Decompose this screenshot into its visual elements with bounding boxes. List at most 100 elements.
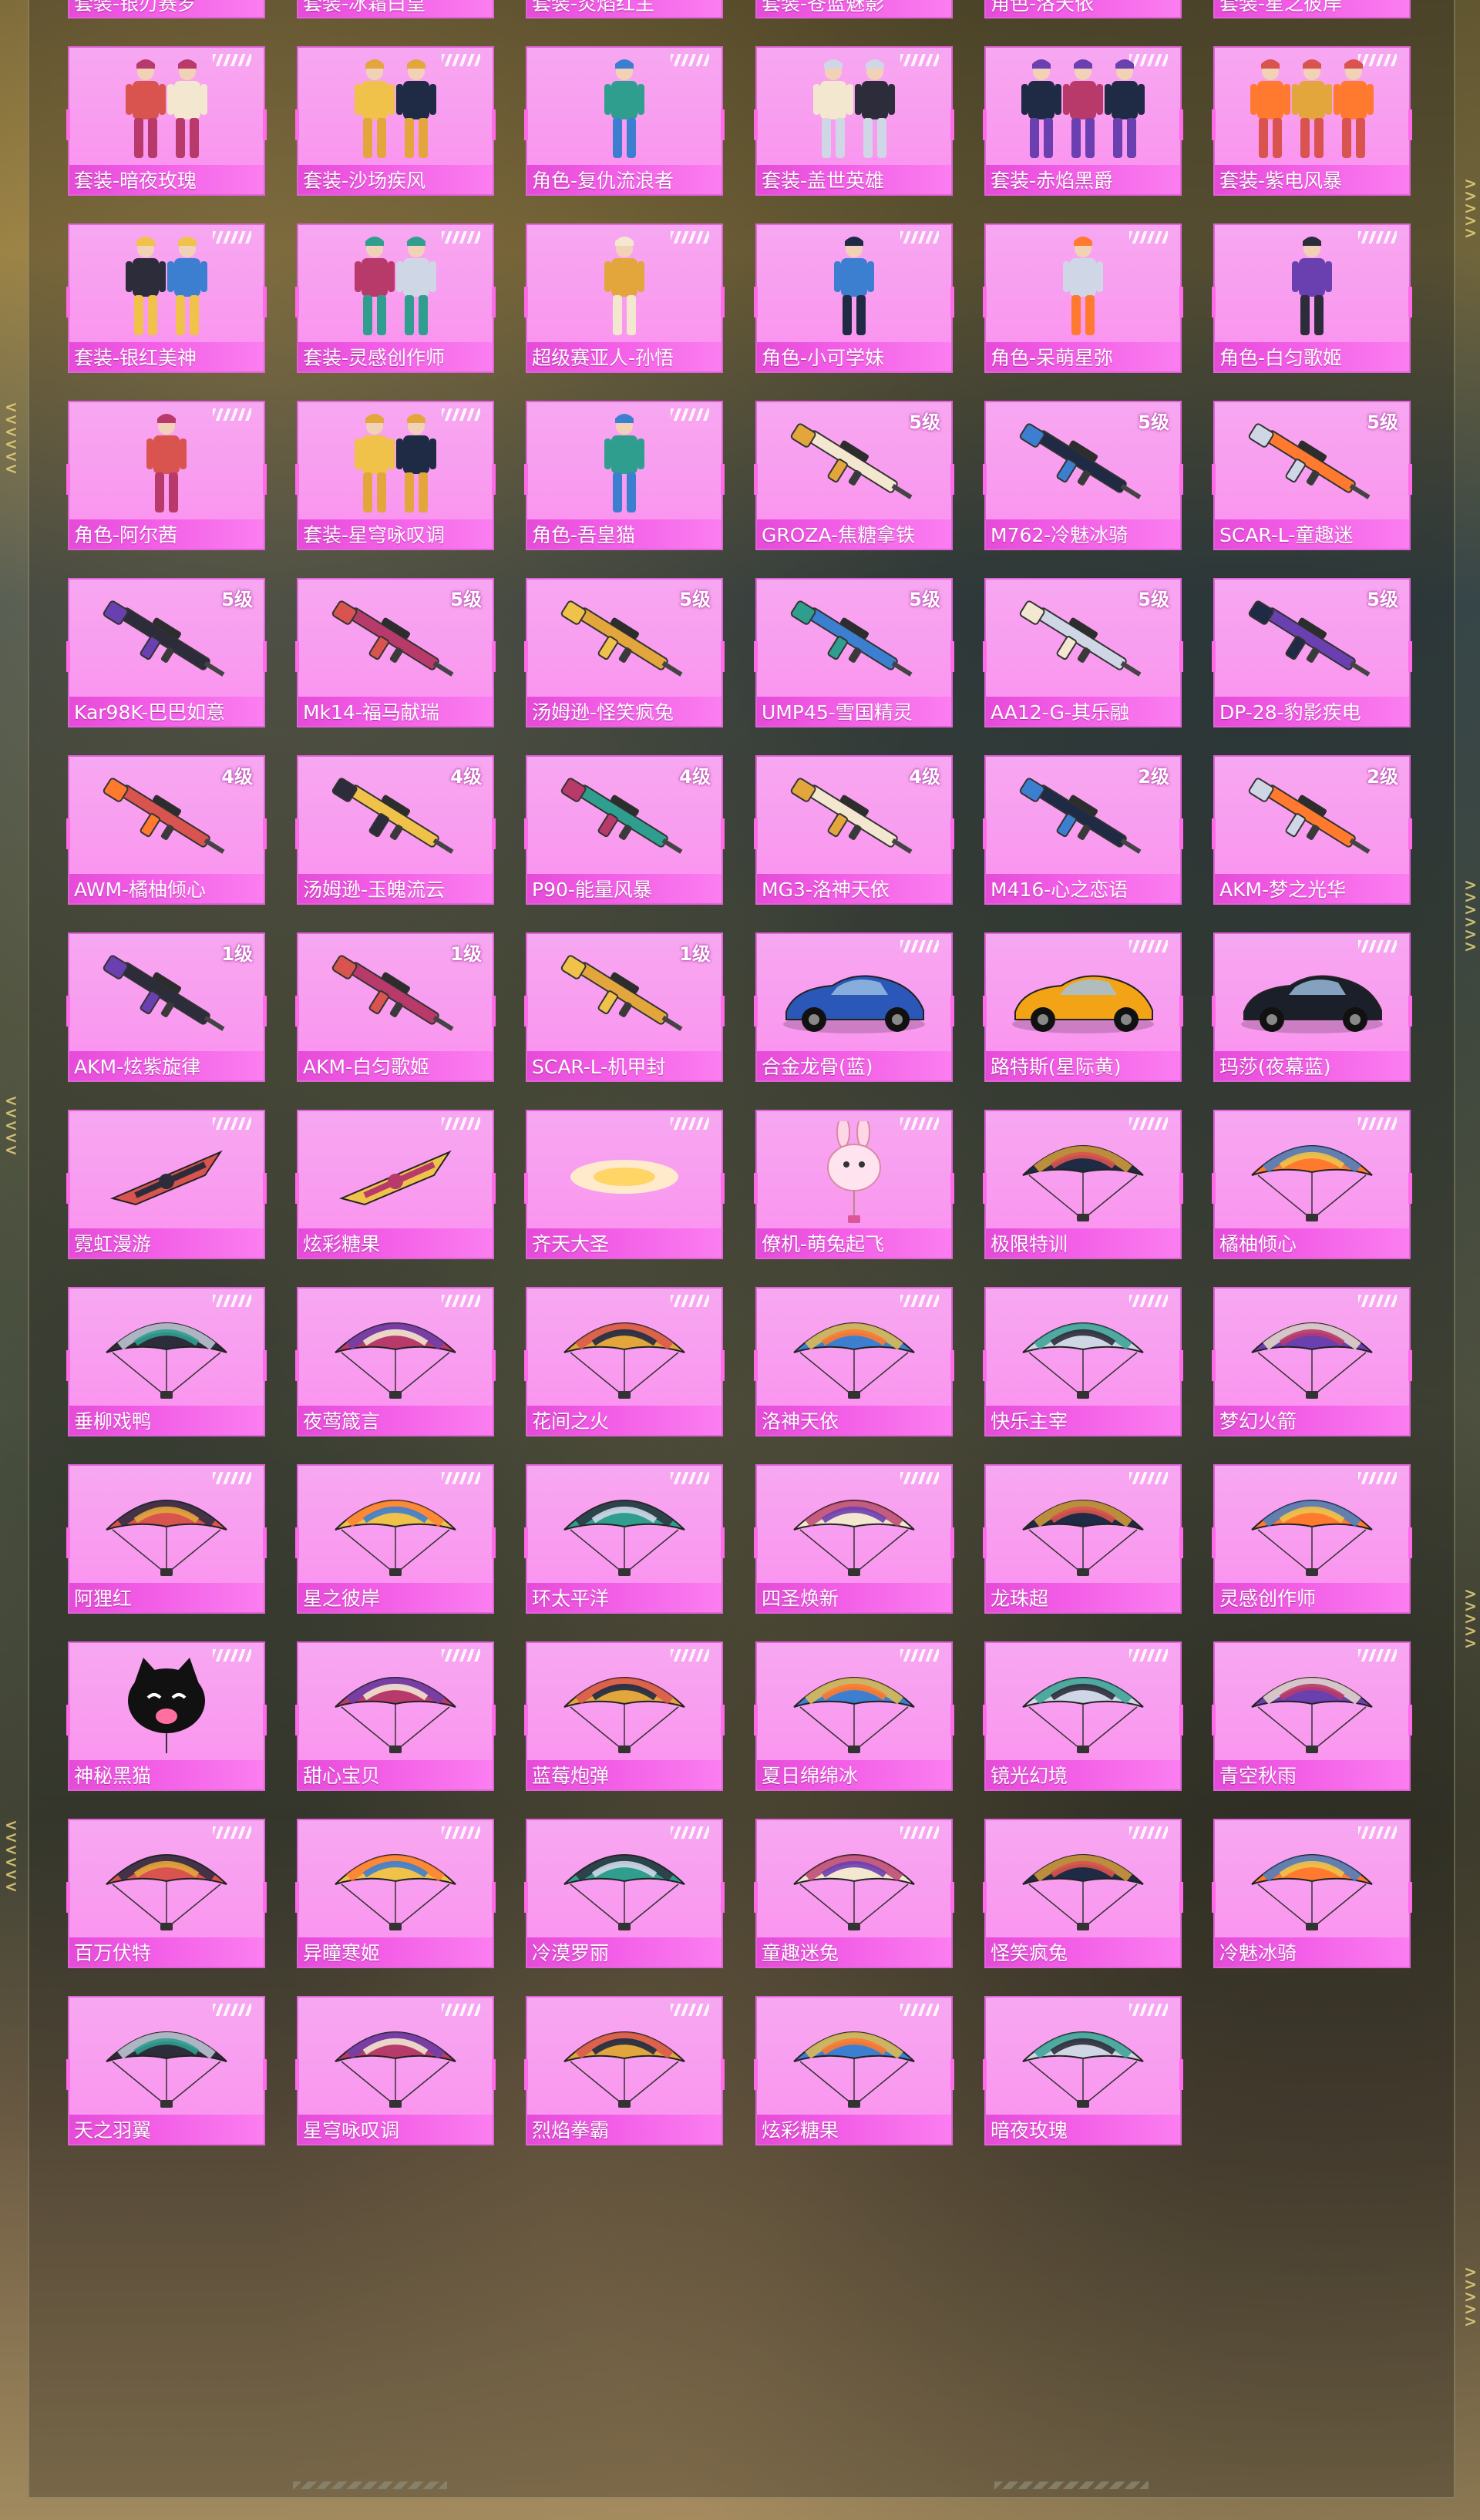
item-card[interactable]: 夜莺箴言 — [295, 1287, 496, 1436]
item-card[interactable]: 青空秋雨 — [1212, 1641, 1412, 1791]
item-card[interactable]: 童趣迷兔 — [754, 1819, 954, 1968]
parachute-icon — [1215, 1480, 1409, 1580]
item-card[interactable]: 冷魅冰骑 — [1212, 1819, 1412, 1968]
parachute-icon — [527, 2011, 722, 2112]
item-card[interactable]: 套装-苍蓝魅影 — [755, 0, 953, 18]
item-card[interactable]: 洛神天依 — [754, 1287, 954, 1436]
item-card[interactable]: 套装-盖世英雄 — [754, 46, 954, 196]
item-card[interactable]: 套装-暗夜玫瑰 — [66, 46, 267, 196]
item-card[interactable]: 橘柚倾心 — [1212, 1110, 1412, 1259]
item-card[interactable]: 龙珠超 — [983, 1464, 1183, 1614]
item-card[interactable]: 2级 M416-心之恋语 — [983, 755, 1183, 905]
item-card[interactable]: 5级 DP-28-豹影疾电 — [1212, 578, 1412, 727]
item-name: 套装-星穹咏叹调 — [298, 519, 493, 549]
item-card[interactable]: 套装-紫电风暴 — [1212, 46, 1412, 196]
item-card[interactable]: 5级 Kar98K-巴巴如意 — [66, 578, 267, 727]
item-card[interactable]: 天之羽翼 — [66, 1996, 267, 2145]
item-card[interactable]: 神秘黑猫 — [66, 1641, 267, 1791]
item-card[interactable]: 套装-银红美神 — [66, 223, 267, 373]
item-card[interactable]: 百万伏特 — [66, 1819, 267, 1968]
bottom-stripe-decoration — [994, 2481, 1149, 2489]
item-card[interactable]: 蓝莓炮弹 — [524, 1641, 725, 1791]
item-card[interactable]: 套装-冰霜白皇 — [297, 0, 494, 18]
item-card[interactable]: 烈焰拳霸 — [524, 1996, 725, 2145]
cloud-icon — [527, 1125, 722, 1225]
item-card[interactable]: 5级 GROZA-焦糖拿铁 — [754, 401, 954, 550]
item-card[interactable]: 合金龙骨(蓝) — [754, 932, 954, 1082]
item-card[interactable]: 1级 AKM-炫紫旋律 — [66, 932, 267, 1082]
item-card[interactable]: 4级 汤姆逊-玉魄流云 — [295, 755, 496, 905]
item-card[interactable]: 1级 SCAR-L-机甲封 — [524, 932, 725, 1082]
item-name: 童趣迷兔 — [757, 1937, 951, 1967]
item-card[interactable]: 灵感创作师 — [1212, 1464, 1412, 1614]
item-card[interactable]: 星之彼岸 — [295, 1464, 496, 1614]
item-card[interactable]: 4级 AWM-橘柚倾心 — [66, 755, 267, 905]
item-card[interactable]: 梦幻火箭 — [1212, 1287, 1412, 1436]
rifle-icon — [527, 948, 722, 1048]
item-card[interactable]: 花间之火 — [524, 1287, 725, 1436]
item-card[interactable]: 夏日绵绵冰 — [754, 1641, 954, 1791]
item-card[interactable]: 套装-赤焰黑爵 — [983, 46, 1183, 196]
item-card[interactable]: 5级 UMP45-雪国精灵 — [754, 578, 954, 727]
item-card[interactable]: 阿狸红 — [66, 1464, 267, 1614]
item-card[interactable]: 套装-沙场疾风 — [295, 46, 496, 196]
item-card[interactable]: 镜光幻境 — [983, 1641, 1183, 1791]
item-card[interactable]: 快乐主宰 — [983, 1287, 1183, 1436]
item-card[interactable]: 僚机-萌兔起飞 — [754, 1110, 954, 1259]
item-name: SCAR-L-机甲封 — [527, 1051, 722, 1080]
parachute-icon — [757, 1302, 951, 1403]
item-card[interactable]: 炫彩糖果 — [295, 1110, 496, 1259]
item-card[interactable]: 甜心宝贝 — [295, 1641, 496, 1791]
item-card[interactable]: 角色-复仇流浪者 — [524, 46, 725, 196]
item-card[interactable]: 环太平洋 — [524, 1464, 725, 1614]
character-icon — [986, 237, 1180, 339]
item-card[interactable]: 角色-白匀歌姬 — [1212, 223, 1412, 373]
item-card[interactable]: 垂柳戏鸭 — [66, 1287, 267, 1436]
item-card[interactable]: 超级赛亚人-孙悟 — [524, 223, 725, 373]
item-card[interactable]: 路特斯(星际黄) — [983, 932, 1183, 1082]
item-card[interactable]: 套装-银刃赛罗 — [68, 0, 265, 18]
item-card[interactable]: 玛莎(夜幕蓝) — [1212, 932, 1412, 1082]
item-card[interactable]: 炫彩糖果 — [754, 1996, 954, 2145]
item-card[interactable]: 角色-洛天依 — [984, 0, 1182, 18]
item-card[interactable]: 5级 AA12-G-其乐融 — [983, 578, 1183, 727]
item-name: 洛神天依 — [757, 1406, 951, 1435]
item-card[interactable]: 暗夜玫瑰 — [983, 1996, 1183, 2145]
item-card[interactable]: 异瞳寒姬 — [295, 1819, 496, 1968]
item-card[interactable]: 套装-星之彼岸 — [1213, 0, 1411, 18]
item-card[interactable]: 齐天大圣 — [524, 1110, 725, 1259]
item-card[interactable]: 套装-炎焰红主 — [526, 0, 723, 18]
item-card[interactable]: 套装-灵感创作师 — [295, 223, 496, 373]
item-card[interactable]: 2级 AKM-梦之光华 — [1212, 755, 1412, 905]
item-name: AKM-梦之光华 — [1215, 874, 1409, 903]
parachute-icon — [1215, 1834, 1409, 1934]
item-card[interactable]: 5级 M762-冷魅冰骑 — [983, 401, 1183, 550]
item-card[interactable]: 角色-小可学妹 — [754, 223, 954, 373]
item-card[interactable]: 套装-星穹咏叹调 — [295, 401, 496, 550]
character-icon — [527, 237, 722, 339]
item-card[interactable]: 极限特训 — [983, 1110, 1183, 1259]
item-card[interactable]: 霓虹漫游 — [66, 1110, 267, 1259]
item-name: 角色-白匀歌姬 — [1215, 342, 1409, 371]
item-card[interactable]: 怪笑疯兔 — [983, 1819, 1183, 1968]
rifle-icon — [298, 593, 493, 694]
item-card[interactable]: 四圣焕新 — [754, 1464, 954, 1614]
parachute-icon — [986, 1657, 1180, 1757]
item-card[interactable]: 角色-阿尔茜 — [66, 401, 267, 550]
item-card[interactable]: 1级 AKM-白匀歌姬 — [295, 932, 496, 1082]
item-card[interactable]: 5级 SCAR-L-童趣迷 — [1212, 401, 1412, 550]
item-name: 套装-星之彼岸 — [1215, 0, 1409, 17]
item-card[interactable]: 角色-吾皇猫 — [524, 401, 725, 550]
item-card[interactable]: 冷漠罗丽 — [524, 1819, 725, 1968]
item-name: UMP45-雪国精灵 — [757, 697, 951, 726]
parachute-icon — [986, 2011, 1180, 2112]
item-name: 环太平洋 — [527, 1583, 722, 1612]
item-card[interactable]: 星穹咏叹调 — [295, 1996, 496, 2145]
item-card[interactable]: 4级 P90-能量风暴 — [524, 755, 725, 905]
item-name: P90-能量风暴 — [527, 874, 722, 903]
item-card[interactable]: 角色-呆萌星弥 — [983, 223, 1183, 373]
item-card[interactable]: 5级 汤姆逊-怪笑疯兔 — [524, 578, 725, 727]
item-card[interactable]: 4级 MG3-洛神天依 — [754, 755, 954, 905]
item-card[interactable]: 5级 Mk14-福马献瑞 — [295, 578, 496, 727]
item-name: 镜光幻境 — [986, 1760, 1180, 1789]
